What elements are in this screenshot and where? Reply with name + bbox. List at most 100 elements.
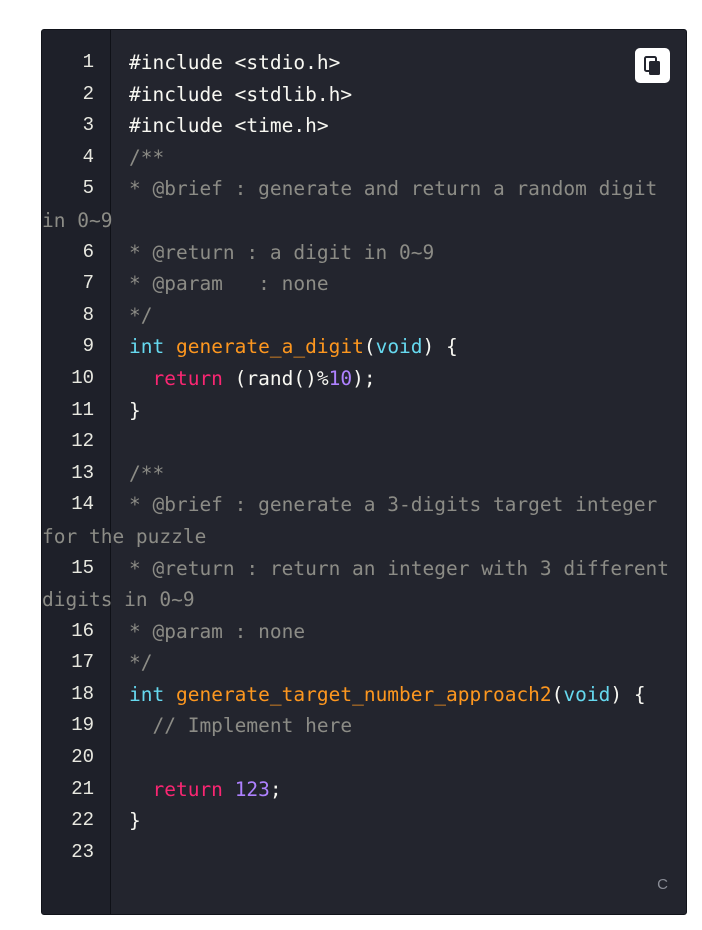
- line-number: 22: [71, 809, 94, 832]
- code-token: /**: [129, 145, 165, 169]
- line-number: 21: [71, 777, 94, 800]
- code-line: 7 * @param : none: [42, 268, 686, 300]
- code-token: return: [152, 777, 223, 801]
- code-token: #include <stdlib.h>: [129, 82, 364, 106]
- code-token: */: [129, 651, 153, 675]
- line-source: */: [129, 304, 152, 327]
- line-number: 3: [82, 114, 94, 137]
- code-line: 15 * @return : return an integer with 3 d…: [42, 553, 686, 616]
- code-token: #include <time.h>: [129, 114, 329, 138]
- code-line: 13 /**: [42, 458, 686, 490]
- code-line: 6 * @return : a digit in 0~9: [42, 237, 686, 269]
- line-number: 4: [82, 145, 94, 168]
- code-token: }: [129, 809, 141, 833]
- code-token: int: [129, 335, 165, 359]
- code-token: (: [363, 335, 376, 359]
- code-line: 2 #include <stdlib.h>: [42, 79, 686, 111]
- code-line: 3 #include <time.h>: [42, 110, 686, 142]
- code-token: generate_a_digit: [175, 335, 364, 359]
- line-source: int generate_a_digit(void) {: [129, 335, 458, 358]
- line-number: 15: [71, 556, 94, 579]
- code-line: 22}: [42, 805, 686, 837]
- line-number: 12: [71, 430, 94, 453]
- code-line: 14 * @brief : generate a 3-digits target …: [42, 489, 686, 552]
- line-source: #include <time.h>: [129, 114, 329, 137]
- line-source: * @return : return an integer with 3 dif…: [42, 557, 681, 612]
- code-token: /**: [129, 461, 165, 485]
- copy-button[interactable]: [635, 48, 670, 83]
- code-line: 11}: [42, 395, 686, 427]
- code-line: 4 /**: [42, 142, 686, 174]
- code-token: * @brief : generate and return a random …: [42, 177, 670, 232]
- code-line: 1 #include <stdio.h>: [42, 47, 686, 79]
- line-number: 1: [82, 51, 94, 73]
- copy-icon: [643, 55, 660, 75]
- code-line: 20​: [42, 742, 686, 774]
- code-token: );: [352, 366, 376, 390]
- line-number: 19: [71, 714, 94, 737]
- code-token: ;: [269, 777, 282, 801]
- line-source: */: [129, 651, 152, 674]
- code-token: generate_target_number_approach2: [175, 682, 552, 706]
- line-source: * @return : a digit in 0~9: [129, 241, 434, 264]
- line-number: 20: [71, 746, 94, 769]
- code-token: * @return : a digit in 0~9: [129, 240, 435, 264]
- line-number: 7: [82, 272, 94, 295]
- line-number: 13: [71, 461, 94, 484]
- line-source: }: [129, 399, 141, 422]
- code-token: int: [129, 682, 165, 706]
- code-line: 9 int generate_a_digit(void) {: [42, 331, 686, 363]
- code-token: #include <stdio.h>: [129, 51, 353, 74]
- line-number: 14: [71, 493, 94, 516]
- line-number: 5: [82, 177, 94, 200]
- language-badge: C: [657, 876, 668, 893]
- code-token: * @param : none: [129, 272, 329, 296]
- line-source: #include <stdlib.h>: [129, 83, 364, 106]
- code-block: 1 #include <stdio.h> 2 #include <stdlib.h>…: [41, 29, 687, 915]
- line-number: 16: [71, 619, 94, 642]
- code-token: * @param : none: [129, 619, 306, 643]
- line-source: int generate_target_number_approach2(voi…: [129, 683, 646, 706]
- line-number: 2: [82, 82, 94, 105]
- code-token: }: [129, 398, 141, 422]
- line-number: 17: [71, 651, 94, 674]
- line-number: 9: [82, 335, 94, 358]
- code-token: return: [152, 366, 223, 390]
- code-line: 8 */: [42, 300, 686, 332]
- line-source: * @param : none: [129, 620, 305, 643]
- code-area: 1 #include <stdio.h> 2 #include <stdlib.h>…: [42, 47, 686, 868]
- code-line: 16 * @param : none: [42, 616, 686, 648]
- line-source: return 123;: [129, 777, 282, 801]
- line-number: 18: [71, 682, 94, 705]
- code-line: 5 * @brief : generate and return a random…: [42, 173, 686, 236]
- line-source: // Implement here: [129, 714, 352, 737]
- line-number: 11: [71, 398, 94, 421]
- line-source: }: [129, 809, 141, 832]
- code-token: ) {: [422, 335, 458, 359]
- line-source: #include <stdio.h>: [129, 51, 352, 74]
- line-source: * @param : none: [129, 272, 329, 295]
- code-token: void: [375, 335, 423, 359]
- code-token: */: [129, 303, 153, 327]
- line-source: /**: [129, 146, 164, 169]
- line-number: 23: [71, 840, 94, 863]
- code-token: 10: [328, 366, 353, 390]
- code-token: (rand()%: [222, 366, 329, 390]
- line-number: 6: [82, 240, 94, 263]
- line-number: 10: [71, 366, 94, 389]
- code-line: 18 int generate_target_number_approach2(v…: [42, 679, 686, 711]
- code-line: 17 */: [42, 647, 686, 679]
- code-token: 123: [234, 777, 270, 801]
- code-token: ) {: [610, 682, 646, 706]
- code-token: void: [563, 682, 611, 706]
- code-token: // Implement here: [129, 714, 353, 738]
- line-source: * @brief : generate a 3-digits target in…: [42, 493, 669, 548]
- line-source: /**: [129, 462, 164, 485]
- code-line: 12​: [42, 426, 686, 458]
- line-source: * @brief : generate and return a random …: [42, 177, 669, 232]
- code-line: 10 return (rand()%10);: [42, 363, 686, 395]
